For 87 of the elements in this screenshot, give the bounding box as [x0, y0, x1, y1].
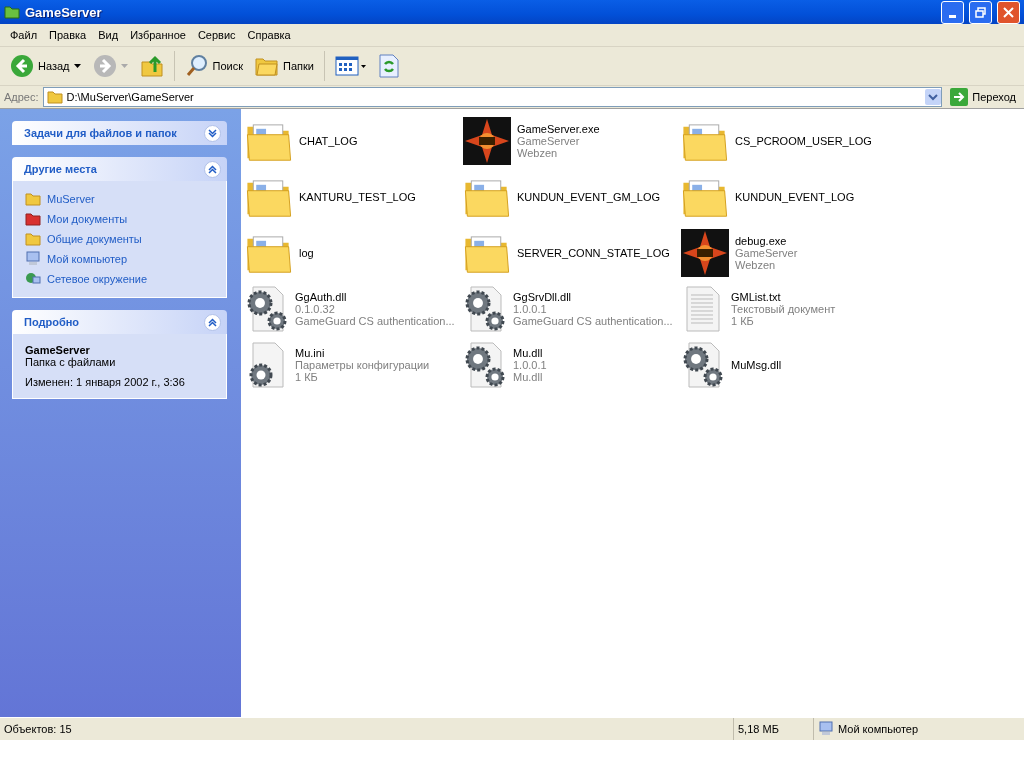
restore-icon	[975, 6, 986, 18]
panel-header[interactable]: Задачи для файлов и папок	[12, 121, 227, 145]
computer-icon	[25, 251, 41, 267]
file-detail: Текстовый документ	[731, 303, 836, 315]
folder-up-icon	[139, 54, 164, 78]
file-detail: 0.1.0.32	[295, 303, 336, 315]
folders-icon	[255, 55, 279, 77]
file-name[interactable]: GMList.txt	[731, 291, 836, 303]
gears-document-icon	[463, 285, 507, 333]
caret-icon	[73, 64, 81, 68]
place-link[interactable]: MuServer	[47, 193, 95, 205]
address-label: Адрес:	[4, 91, 39, 103]
search-icon	[184, 54, 209, 78]
file-name[interactable]: GameServer.exe	[517, 123, 600, 135]
file-detail: 1 КБ	[731, 315, 755, 327]
file-name[interactable]: log	[299, 247, 314, 259]
panel-header[interactable]: Подробно	[12, 310, 227, 334]
minimize-button[interactable]	[941, 0, 964, 24]
collapse-icon[interactable]	[204, 160, 221, 178]
search-button[interactable]: Поиск	[180, 52, 247, 80]
file-detail: GameGuard CS authentication...	[513, 315, 673, 327]
zone-label: Мой компьютер	[838, 723, 919, 735]
gears-document-icon	[463, 341, 507, 389]
file-detail: Mu.dll	[513, 371, 544, 383]
place-link[interactable]: Сетевое окружение	[47, 273, 148, 285]
file-name[interactable]: KUNDUN_EVENT_LOG	[735, 191, 855, 203]
dropdown-icon[interactable]	[925, 89, 942, 105]
folders-button[interactable]: Папки	[251, 53, 318, 79]
documents-folder-icon	[25, 212, 41, 226]
file-detail: GameServer	[735, 247, 798, 259]
file-detail: GameServer	[517, 135, 581, 147]
details-modified: Изменен: 1 января 2002 г., 3:36	[25, 376, 186, 388]
file-name[interactable]: KANTURU_TEST_LOG	[299, 191, 416, 203]
folder-icon	[25, 232, 41, 246]
folder-icon	[46, 90, 63, 104]
expand-icon[interactable]	[204, 124, 221, 142]
file-name[interactable]: debug.exe	[735, 235, 798, 247]
gears-document-icon	[245, 285, 289, 333]
computer-icon	[818, 721, 834, 737]
file-detail: GameGuard CS authentication...	[295, 315, 455, 327]
file-name[interactable]: CHAT_LOG	[299, 135, 358, 147]
star-emblem-icon	[681, 229, 729, 277]
file-name[interactable]: Mu.ini	[295, 347, 430, 359]
folder-icon	[25, 192, 41, 206]
restore-button[interactable]	[969, 0, 992, 24]
object-count: Объектов: 15	[4, 723, 72, 735]
menu-item[interactable]: Справка	[241, 29, 297, 41]
file-name[interactable]: GgSrvDll.dll	[513, 291, 673, 303]
views-icon	[334, 56, 367, 76]
file-detail: 1.0.0.1	[513, 303, 548, 315]
close-button[interactable]	[997, 0, 1020, 24]
folder-icon	[4, 5, 20, 19]
file-name[interactable]: GgAuth.dll	[295, 291, 455, 303]
file-name[interactable]: KUNDUN_EVENT_GM_LOG	[517, 191, 661, 203]
file-detail: Параметры конфигурации	[295, 359, 430, 371]
panel-header[interactable]: Другие места	[12, 157, 227, 181]
file-name[interactable]: CS_PCROOM_USER_LOG	[735, 135, 872, 147]
file-detail: 1 КБ	[295, 371, 319, 383]
place-link[interactable]: Мой компьютер	[47, 253, 128, 265]
file-detail: 1.0.0.1	[513, 359, 547, 371]
details-type: Папка с файлами	[25, 356, 117, 368]
file-name[interactable]: MuMsg.dll	[731, 359, 782, 371]
back-button[interactable]: Назад	[6, 52, 85, 80]
file-name[interactable]: SERVER_CONN_STATE_LOG	[517, 247, 670, 259]
file-detail: Webzen	[735, 259, 777, 271]
caret-icon	[120, 64, 128, 68]
globe-computer-icon	[25, 271, 41, 287]
total-size: 5,18 МБ	[738, 723, 779, 735]
minimize-icon	[949, 14, 956, 18]
window-title: GameServer	[25, 4, 103, 20]
menu-item[interactable]: Вид	[92, 29, 125, 41]
close-icon	[1003, 6, 1014, 18]
menu-item[interactable]: Правка	[43, 29, 93, 41]
go-button[interactable]: Переход	[946, 88, 1020, 106]
star-emblem-icon	[463, 117, 511, 165]
place-link[interactable]: Мои документы	[47, 213, 128, 225]
sync-icon	[378, 54, 399, 78]
file-detail: Webzen	[517, 147, 559, 159]
address-field[interactable]: D:\MuServer\GameServer	[42, 87, 943, 107]
file-name[interactable]: Mu.dll	[513, 347, 547, 359]
gears-document-icon	[681, 341, 725, 389]
details-name: GameServer	[25, 344, 91, 356]
collapse-icon[interactable]	[204, 313, 221, 331]
menu-item[interactable]: Избранное	[124, 29, 192, 41]
menu-item[interactable]: Сервис	[191, 29, 242, 41]
place-link[interactable]: Общие документы	[47, 233, 142, 245]
menu-item[interactable]: Файл	[4, 29, 44, 41]
